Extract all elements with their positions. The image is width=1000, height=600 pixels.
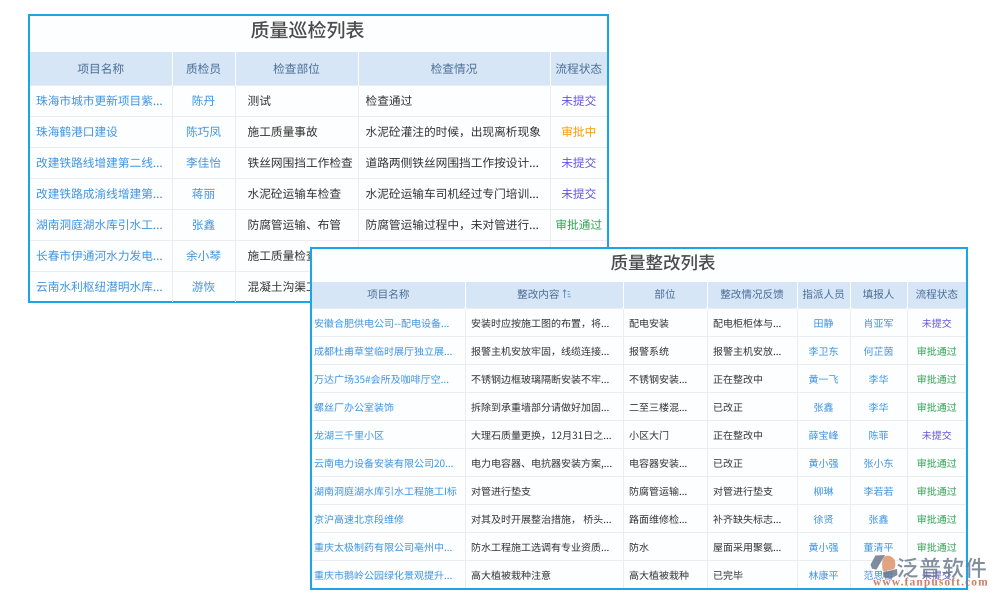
svg-text:www.fanpusoft.com: www.fanpusoft.com [873, 577, 989, 589]
